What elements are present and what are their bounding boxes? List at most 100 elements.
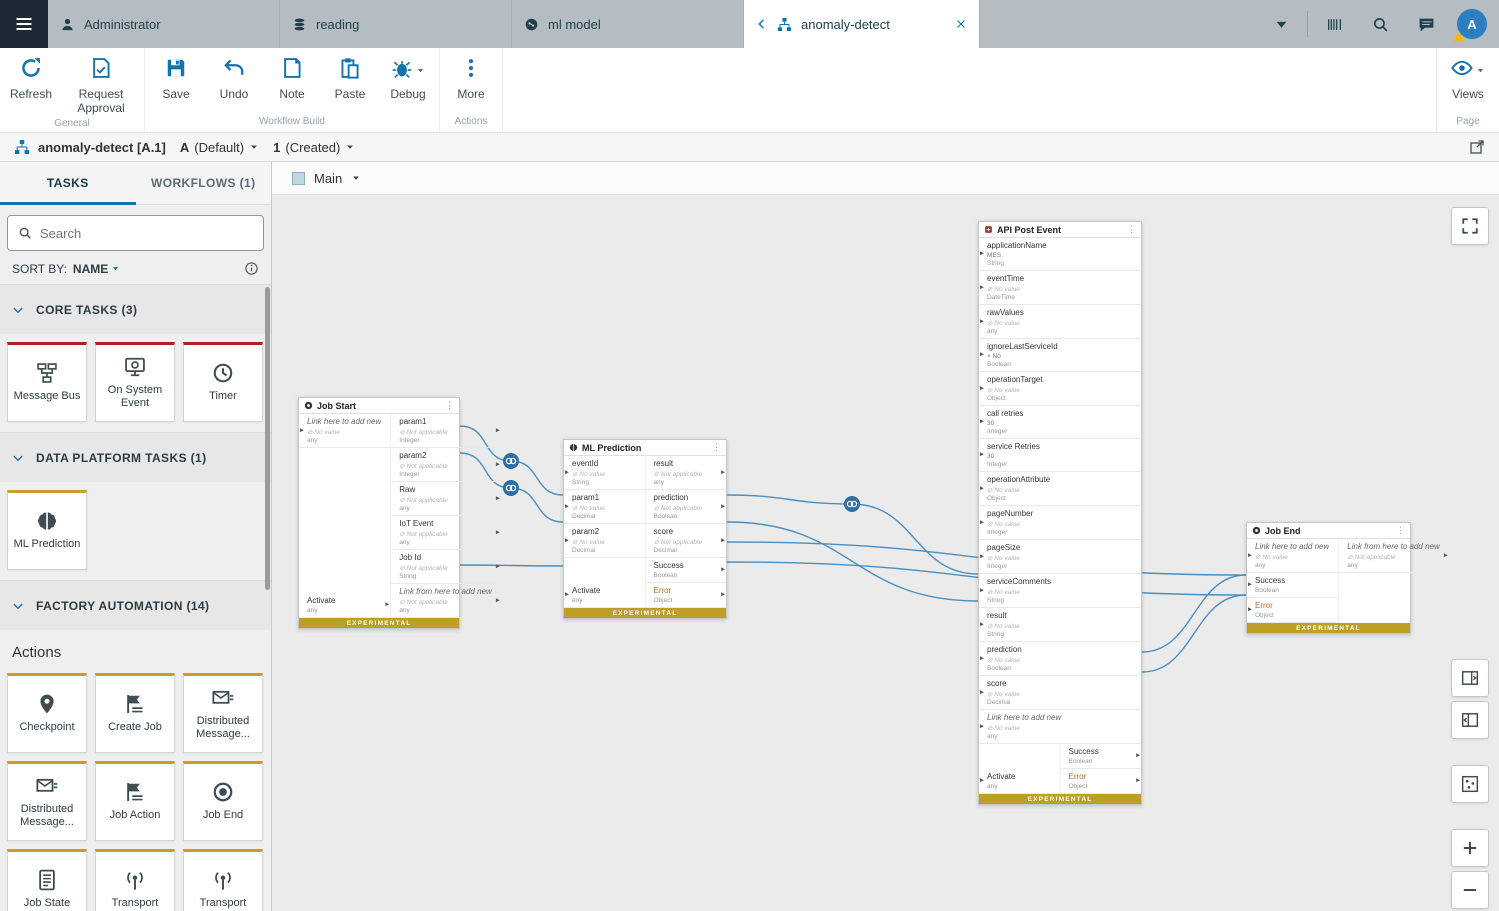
version-selector[interactable]: 1 (Created)	[273, 140, 355, 155]
caret-down-icon[interactable]	[351, 173, 361, 183]
node-header[interactable]: API Post Event⋮	[979, 222, 1141, 238]
port-row-raw[interactable]: ▶Raw⊘ Not applicableany	[391, 482, 501, 516]
search-input[interactable]	[40, 226, 253, 241]
task-card-create-job[interactable]: Create Job	[95, 673, 175, 753]
mapping-badge[interactable]	[503, 480, 519, 496]
node-job-end[interactable]: Job End⋮▶Link here to add new⊘ No valuea…	[1246, 522, 1411, 634]
port-row-pagenumber[interactable]: ▶pageNumber⊘ No valueInteger	[979, 506, 1141, 540]
overview-map-button[interactable]	[1451, 765, 1489, 803]
sort-by-dropdown[interactable]: NAME	[73, 262, 120, 276]
toolbar-request-approval-button[interactable]: Request Approval	[60, 48, 142, 116]
task-card-job-state[interactable]: Job State	[7, 849, 87, 911]
task-card-message-bus[interactable]: Message Bus	[7, 342, 87, 422]
collapse-right-panel-button[interactable]	[1451, 701, 1489, 739]
main-menu-button[interactable]	[0, 0, 48, 48]
port-row-eventtime[interactable]: ▶eventTime⊘ No valueDateTime	[979, 271, 1141, 305]
task-card-checkpoint[interactable]: Checkpoint	[7, 673, 87, 753]
section-header-core-tasks-3[interactable]: CORE TASKS (3)	[0, 284, 271, 334]
node-menu-icon[interactable]: ⋮	[445, 400, 454, 411]
wire[interactable]	[1142, 595, 1246, 672]
port-row-operationtarget[interactable]: ▶operationTarget⊘ No valueObject	[979, 372, 1141, 406]
app-tab-anomaly-detect[interactable]: anomaly-detect	[744, 0, 980, 48]
node-ml-prediction[interactable]: ML Prediction⋮▶eventId⊘ No valueString▶p…	[563, 439, 727, 619]
wire[interactable]	[852, 504, 978, 574]
node-job-start[interactable]: Job Start⋮▶Link here to add new⊘ No valu…	[298, 397, 460, 629]
user-avatar[interactable]: A	[1457, 9, 1487, 39]
port-row-call-retries[interactable]: ▶call retries30Integer	[979, 406, 1141, 439]
close-tab-icon[interactable]	[955, 18, 967, 30]
port-row-service-retries[interactable]: ▶service Retries30Integer	[979, 439, 1141, 472]
fullscreen-button[interactable]	[1451, 207, 1489, 245]
app-tab-reading[interactable]: reading	[280, 0, 512, 48]
toolbar-refresh-button[interactable]: Refresh	[2, 48, 60, 102]
task-card-distributed-message[interactable]: Distributed Message...	[183, 673, 263, 753]
port-row-operationattribute[interactable]: ▶operationAttribute⊘ No valueObject	[979, 472, 1141, 506]
app-tab-ml-model[interactable]: ml model	[512, 0, 744, 48]
toolbar-paste-button[interactable]: Paste	[321, 48, 379, 102]
mapping-badge[interactable]	[844, 496, 860, 512]
toolbar-views-button[interactable]: Views	[1439, 48, 1497, 102]
toolbar-debug-button[interactable]: Debug	[379, 48, 437, 102]
zoom-in-button[interactable]	[1451, 829, 1489, 867]
task-card-distributed-message[interactable]: Distributed Message...	[7, 761, 87, 841]
wire[interactable]	[511, 461, 563, 495]
wire[interactable]	[727, 495, 852, 504]
toolbar-save-button[interactable]: Save	[147, 48, 205, 102]
port-row-servicecomments[interactable]: ▶serviceComments⊘ No valueString	[979, 574, 1141, 608]
port-row-link-here-to-add-new[interactable]: ▶Link here to add new⊘ No valueany	[979, 710, 1141, 744]
section-header-factory-automation-14[interactable]: FACTORY AUTOMATION (14)	[0, 580, 271, 630]
port-row-score[interactable]: ▶score⊘ Not applicableDecimal	[646, 524, 727, 558]
port-row-result[interactable]: ▶result⊘ No valueString	[979, 608, 1141, 642]
port-row-ignorelastserviceid[interactable]: ▶ignoreLastServiceId× NoBoolean	[979, 339, 1141, 372]
node-menu-icon[interactable]: ⋮	[712, 442, 721, 453]
node-header[interactable]: Job End⋮	[1247, 523, 1410, 539]
port-row-param1[interactable]: ▶param1⊘ Not applicableInteger	[391, 414, 501, 448]
port-row-link-here-to-add-new[interactable]: ▶Link here to add new⊘ No valueany	[299, 414, 390, 448]
port-row-job-id[interactable]: ▶Job Id⊘ Not applicableString	[391, 550, 501, 584]
port-row-activate[interactable]: ▶Activateany	[564, 583, 645, 608]
port-row-param1[interactable]: ▶param1⊘ No valueDecimal	[564, 490, 645, 524]
sidebar-tab-workflows-1[interactable]: WORKFLOWS (1)	[136, 162, 272, 204]
task-card-job-end[interactable]: Job End	[183, 761, 263, 841]
port-row-pagesize[interactable]: ▶pageSize⊘ No valueInteger	[979, 540, 1141, 574]
port-row-iot-event[interactable]: ▶IoT Event⊘ Not applicableany	[391, 516, 501, 550]
port-row-link-here-to-add-new[interactable]: ▶Link here to add new⊘ No valueany	[1247, 539, 1338, 573]
task-card-transport[interactable]: Transport	[183, 849, 263, 911]
port-row-param2[interactable]: ▶param2⊘ No valueDecimal	[564, 524, 645, 558]
task-card-timer[interactable]: Timer	[183, 342, 263, 422]
toolbar-more-button[interactable]: More	[442, 48, 500, 102]
sidebar-tab-tasks[interactable]: TASKS	[0, 162, 136, 204]
open-in-window-button[interactable]	[1469, 139, 1485, 155]
wire[interactable]	[727, 522, 978, 601]
sidebar-scrollbar[interactable]	[265, 287, 270, 590]
global-search-button[interactable]	[1357, 0, 1403, 48]
node-header[interactable]: Job Start⋮	[299, 398, 459, 414]
app-tab-administrator[interactable]: Administrator	[48, 0, 280, 48]
port-row-error[interactable]: ▶ErrorObject	[646, 583, 727, 608]
node-api-post-event[interactable]: API Post Event⋮▶applicationNameMESString…	[978, 221, 1142, 805]
tab-overflow-button[interactable]	[1258, 0, 1304, 48]
port-row-eventid[interactable]: ▶eventId⊘ No valueString	[564, 456, 645, 490]
section-header-data-platform-tasks-1[interactable]: DATA PLATFORM TASKS (1)	[0, 432, 271, 482]
expand-right-panel-button[interactable]	[1451, 659, 1489, 697]
port-row-link-from-here-to-add-new[interactable]: ▶Link from here to add new⊘ Not applicab…	[1339, 539, 1449, 573]
task-card-transport[interactable]: Transport	[95, 849, 175, 911]
port-row-success[interactable]: ▶SuccessBoolean	[1247, 573, 1338, 598]
scan-button[interactable]	[1311, 0, 1357, 48]
info-icon[interactable]	[244, 261, 259, 276]
task-card-on-system-event[interactable]: On System Event	[95, 342, 175, 422]
wire[interactable]	[1142, 575, 1246, 652]
toolbar-undo-button[interactable]: Undo	[205, 48, 263, 102]
node-header[interactable]: ML Prediction⋮	[564, 440, 726, 456]
messages-button[interactable]	[1403, 0, 1449, 48]
port-row-prediction[interactable]: ▶prediction⊘ Not applicableBoolean	[646, 490, 727, 524]
view-color-swatch[interactable]	[292, 172, 305, 185]
task-card-job-action[interactable]: Job Action	[95, 761, 175, 841]
wire[interactable]	[511, 488, 563, 522]
port-row-activate[interactable]: ▶Activateany	[979, 769, 1060, 794]
port-row-success[interactable]: ▶SuccessBoolean	[1061, 744, 1142, 769]
port-row-score[interactable]: ▶score⊘ No valueDecimal	[979, 676, 1141, 710]
mapping-badge[interactable]	[503, 453, 519, 469]
node-menu-icon[interactable]: ⋮	[1127, 224, 1136, 235]
node-menu-icon[interactable]: ⋮	[1396, 525, 1405, 536]
